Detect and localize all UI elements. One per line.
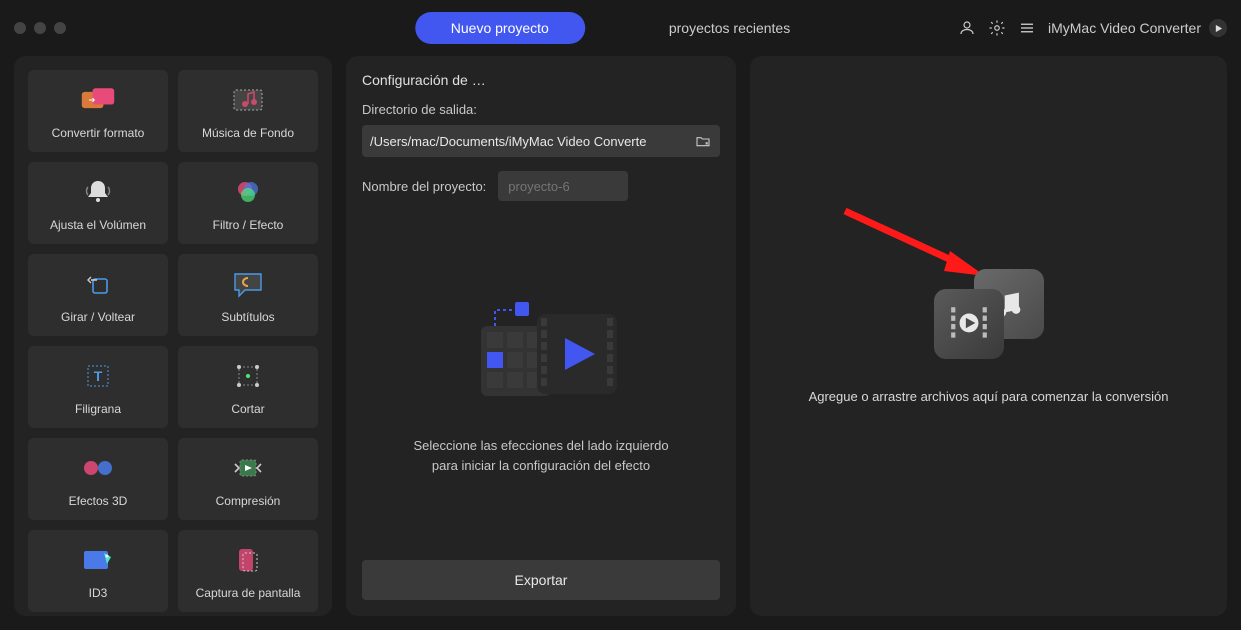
tool-compression[interactable]: Compresión (178, 438, 318, 520)
music-icon (230, 82, 266, 118)
app-title: iMyMac Video Converter (1048, 19, 1227, 37)
account-icon[interactable] (958, 19, 976, 37)
config-title: Configuración de … (362, 72, 720, 88)
titlebar: Nuevo proyecto proyectos recientes iMyMa… (0, 0, 1241, 56)
sidebar-tools: Convertir formato Música de Fondo Ajusta… (14, 56, 332, 616)
export-button[interactable]: Exportar (362, 560, 720, 600)
tool-convert-format[interactable]: Convertir formato (28, 70, 168, 152)
header-tabs: Nuevo proyecto proyectos recientes (415, 12, 826, 44)
dropzone-panel[interactable]: Agregue o arrastre archivos aquí para co… (750, 56, 1227, 616)
output-dir-value: /Users/mac/Documents/iMyMac Video Conver… (370, 134, 688, 149)
effect-preview-icon (451, 296, 631, 416)
project-name-label: Nombre del proyecto: (362, 179, 486, 194)
screenshot-icon (230, 542, 266, 578)
3d-glasses-icon (80, 450, 116, 486)
window-controls (14, 22, 66, 34)
close-window-icon[interactable] (14, 22, 26, 34)
tool-cut[interactable]: Cortar (178, 346, 318, 428)
config-panel: Configuración de … Directorio de salida:… (346, 56, 736, 616)
app-name-label: iMyMac Video Converter (1048, 20, 1201, 36)
output-dir-label: Directorio de salida: (362, 102, 720, 117)
browse-folder-icon[interactable] (694, 132, 712, 150)
maximize-window-icon[interactable] (54, 22, 66, 34)
app-logo-icon (1209, 19, 1227, 37)
project-name-input[interactable] (498, 171, 628, 201)
subtitles-icon (230, 266, 266, 302)
rotate-icon (80, 266, 116, 302)
tool-screenshot[interactable]: Captura de pantalla (178, 530, 318, 612)
cut-crop-icon (230, 358, 266, 394)
tool-watermark[interactable]: T Filigrana (28, 346, 168, 428)
tool-3d-effects[interactable]: Efectos 3D (28, 438, 168, 520)
minimize-window-icon[interactable] (34, 22, 46, 34)
output-dir-field[interactable]: /Users/mac/Documents/iMyMac Video Conver… (362, 125, 720, 157)
gear-icon[interactable] (988, 19, 1006, 37)
filter-effect-icon (230, 174, 266, 210)
tool-background-music[interactable]: Música de Fondo (178, 70, 318, 152)
tool-adjust-volume[interactable]: Ajusta el Volúmen (28, 162, 168, 244)
tool-rotate-flip[interactable]: Girar / Voltear (28, 254, 168, 336)
volume-bell-icon (80, 174, 116, 210)
compression-icon (230, 450, 266, 486)
tab-recent-projects[interactable]: proyectos recientes (633, 12, 826, 44)
config-hint-text: Seleccione las efecciones del lado izqui… (413, 436, 668, 475)
menu-icon[interactable] (1018, 19, 1036, 37)
svg-text:T: T (94, 368, 103, 384)
id3-tag-icon (80, 542, 116, 578)
config-illustration: Seleccione las efecciones del lado izqui… (362, 211, 720, 560)
dropzone-icon (934, 269, 1044, 359)
convert-format-icon (80, 82, 116, 118)
tab-new-project[interactable]: Nuevo proyecto (415, 12, 585, 44)
tool-filter-effect[interactable]: Filtro / Efecto (178, 162, 318, 244)
watermark-icon: T (80, 358, 116, 394)
dropzone-hint-text: Agregue o arrastre archivos aquí para co… (809, 389, 1169, 404)
tool-id3[interactable]: ID3 (28, 530, 168, 612)
tool-subtitles[interactable]: Subtítulos (178, 254, 318, 336)
